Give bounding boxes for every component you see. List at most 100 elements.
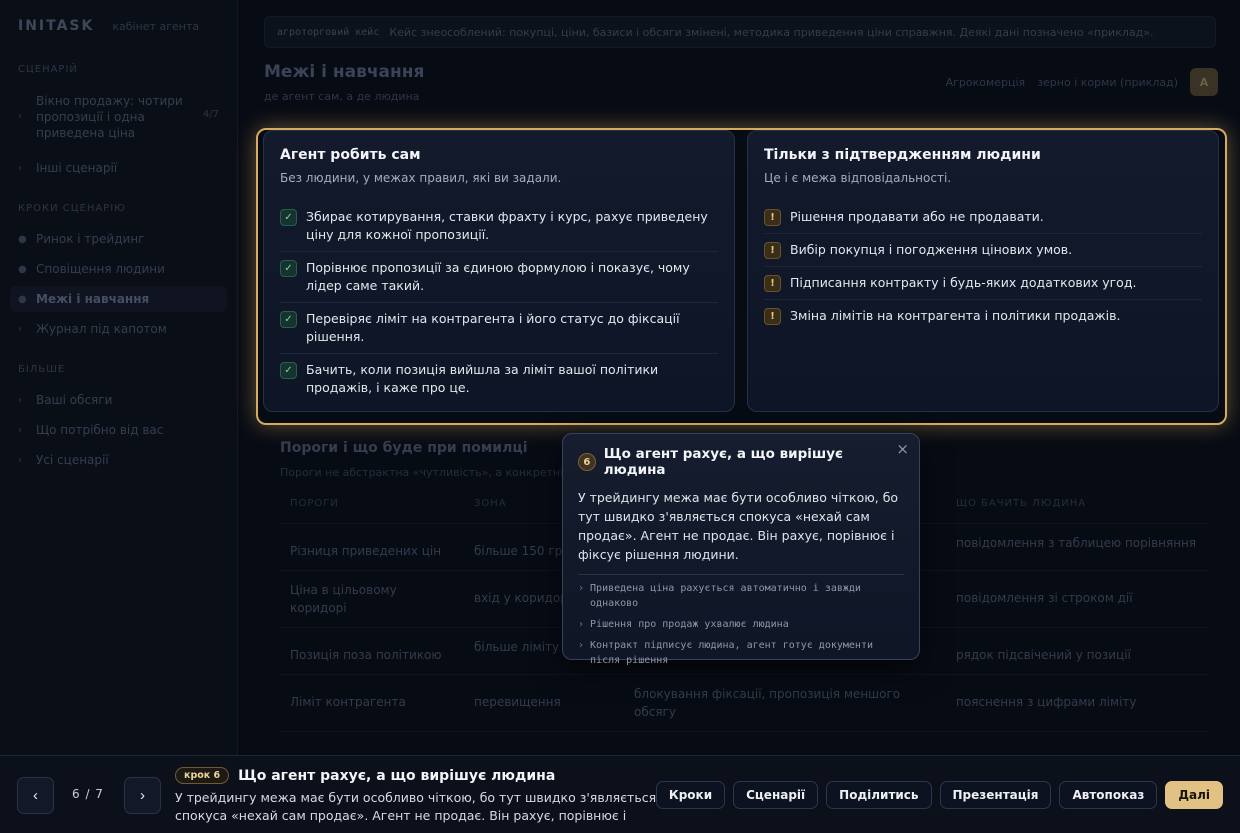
scenarios-button[interactable]: Сценарії	[733, 781, 819, 809]
table-cell: Різниця приведених цін	[290, 544, 442, 558]
chevron-right-icon: ›	[578, 583, 585, 594]
tooltip-bullet-text: Рішення про продаж ухвалює людина	[590, 619, 789, 630]
chevron-right-icon: ›	[578, 640, 585, 651]
sidebar-item-label: Межі і навчання	[36, 292, 150, 306]
list-item: ✓ Порівнює пропозиції за єдиною формулою…	[280, 252, 718, 303]
brand-logo: INITASK	[18, 18, 95, 34]
list-item: ! Зміна лімітів на контрагента і політик…	[764, 300, 1202, 332]
tooltip-bullet-text: Приведена ціна рахується автоматично і з…	[590, 583, 861, 609]
sidebar-section-scenario: сценарій	[18, 64, 78, 75]
share-button[interactable]: Поділитись	[826, 781, 932, 809]
page-header: Межі і навчання де агент сам, а де людин…	[264, 62, 424, 103]
company-segment: зерно і корми (приклад)	[1037, 75, 1178, 89]
card-agent-does: Агент робить сам Без людини, у межах пра…	[263, 130, 735, 412]
exclamation-icon: !	[764, 209, 781, 226]
check-icon: ✓	[280, 209, 297, 226]
chevron-right-icon: ›	[578, 619, 585, 630]
list-item: ! Рішення продавати або не продавати.	[764, 201, 1202, 234]
tooltip-bullet-text: Контракт підписує людина, агент готує до…	[590, 640, 873, 666]
exclamation-icon: !	[764, 275, 781, 292]
table-cell: рядок підсвічений у позиції	[956, 648, 1131, 662]
table-cell: повідомлення зі строком дії	[956, 591, 1133, 605]
table-cell: блокування фіксації, пропозиція меншого …	[634, 687, 901, 719]
sidebar-item-needs[interactable]: › Що потрібно від вас	[10, 417, 227, 443]
list-item-text: Підписання контракту і будь-яких додатко…	[790, 275, 1137, 290]
tooltip-header: 6 Що агент рахує, а що вирішує людина	[578, 446, 904, 478]
walkthrough-bar: ‹ 6 / 7 › крок 6 Що агент рахує, а що ви…	[0, 755, 1240, 833]
exclamation-icon: !	[764, 308, 781, 325]
dot-icon: ●	[18, 293, 27, 305]
step-heading: крок 6 Що агент рахує, а що вирішує люди…	[175, 767, 665, 784]
sidebar-item-volumes[interactable]: › Ваші обсяги	[10, 387, 227, 413]
sidebar-item-other-scenarios[interactable]: › Інші сценарії	[10, 155, 227, 181]
step-description: У трейдингу межа має бути особливо чітко…	[175, 790, 657, 823]
table-cell: пояснення з цифрами ліміту	[956, 695, 1137, 709]
sidebar-item-label: Вікно продажу: чотири пропозиції і одна …	[36, 94, 183, 140]
sidebar-item-scenario[interactable]: › Вікно продажу: чотири пропозиції і одн…	[10, 87, 227, 147]
company-name: Агрокомерція	[945, 75, 1026, 89]
sidebar-item-step-log[interactable]: › Журнал під капотом	[10, 316, 227, 342]
list-item-text: Зміна лімітів на контрагента і політики …	[790, 308, 1121, 323]
sidebar-item-label: Ринок і трейдинг	[36, 232, 145, 246]
list-item: ✓ Бачить, коли позиція вийшла за ліміт в…	[280, 354, 718, 404]
step-badge: крок 6	[175, 767, 230, 784]
exclamation-icon: !	[764, 242, 781, 259]
banner-tag: агроторговий кейс	[277, 26, 380, 38]
banner-text: Кейс знеособлений: покупці, ціни, базиси…	[389, 25, 1154, 39]
page-title: Межі і навчання	[264, 62, 425, 82]
sidebar-item-step-notify[interactable]: ● Сповіщення людини	[10, 256, 227, 282]
sidebar-section-more: більше	[18, 364, 66, 375]
column-header: ПОРОГИ	[290, 498, 339, 509]
avatar[interactable]: А	[1190, 68, 1218, 96]
sidebar-item-label: Усі сценарії	[36, 453, 109, 467]
sidebar-item-step-limits[interactable]: ● Межі і навчання	[10, 286, 227, 312]
prev-step-button[interactable]: ‹	[17, 777, 54, 814]
case-banner: агроторговий кейс Кейс знеособлений: пок…	[264, 16, 1216, 48]
next-button[interactable]: Далі	[1165, 781, 1223, 809]
chevron-right-icon: ›	[18, 424, 22, 436]
card-title: Тільки з підтвердженням людини	[764, 147, 1041, 163]
list-item-text: Рішення продавати або не продавати.	[790, 209, 1044, 224]
current-step-info: крок 6 Що агент рахує, а що вирішує люди…	[175, 767, 665, 825]
table-cell: Ціна в цільовому коридорі	[290, 583, 397, 615]
table-cell: Позиція поза політикою	[290, 648, 442, 662]
sidebar-item-label: Сповіщення людини	[36, 262, 165, 276]
list-item: ! Підписання контракту і будь-яких додат…	[764, 267, 1202, 300]
walkthrough-actions: Кроки Сценарії Поділитись Презентація Ав…	[655, 781, 1223, 809]
list-item-text: Бачить, коли позиція вийшла за ліміт ваш…	[306, 362, 659, 395]
sidebar-item-label: Інші сценарії	[36, 161, 118, 175]
column-header: ЩО БАЧИТЬ ЛЮДИНА	[956, 498, 1087, 509]
brand: INITASK кабінет агента	[10, 18, 227, 34]
tooltip-bullet: › Рішення про продаж ухвалює людина	[578, 617, 904, 632]
card-subtitle: Це і є межа відповідальності.	[764, 171, 952, 185]
table-cell: Ліміт контрагента	[290, 695, 406, 709]
card-subtitle: Без людини, у межах правил, які ви задал…	[280, 171, 562, 185]
scenario-count: 4/7	[202, 109, 219, 120]
step-pager: 6 / 7	[72, 787, 104, 801]
card-human-confirms: Тільки з підтвердженням людини Це і є ме…	[747, 130, 1219, 412]
card-title: Агент робить сам	[280, 147, 421, 163]
list-item: ✓ Збирає котирування, ставки фрахту і ку…	[280, 201, 718, 252]
steps-button[interactable]: Кроки	[655, 781, 726, 809]
sidebar-item-label: Журнал під капотом	[36, 322, 167, 336]
table-cell: повідомлення з таблицею порівняння	[956, 536, 1197, 550]
close-icon[interactable]: ×	[896, 440, 909, 458]
sidebar-item-label: Що потрібно від вас	[36, 423, 164, 437]
sidebar-item-step-market[interactable]: ● Ринок і трейдинг	[10, 226, 227, 252]
check-icon: ✓	[280, 260, 297, 277]
dot-icon: ●	[18, 263, 27, 275]
list-item-text: Порівнює пропозиції за єдиною формулою і…	[306, 260, 690, 293]
next-step-button[interactable]: ›	[124, 777, 161, 814]
dot-icon: ●	[18, 233, 27, 245]
list-item: ! Вибір покупця і погодження цінових умо…	[764, 234, 1202, 267]
step-title: Що агент рахує, а що вирішує людина	[238, 767, 556, 784]
tooltip-title: Що агент рахує, а що вирішує людина	[603, 446, 844, 478]
autoplay-button[interactable]: Автопоказ	[1059, 781, 1158, 809]
header-context: Агрокомерція зерно і корми (приклад) А	[946, 68, 1218, 96]
sidebar-item-all-scenarios[interactable]: › Усі сценарії	[10, 447, 227, 473]
sidebar-section-steps: кроки сценарію	[18, 203, 126, 214]
tooltip-bullet: › Контракт підписує людина, агент готує …	[578, 638, 904, 668]
presentation-button[interactable]: Презентація	[939, 781, 1052, 809]
walkthrough-tooltip: 6 Що агент рахує, а що вирішує людина × …	[562, 433, 920, 666]
brand-subtitle: кабінет агента	[112, 20, 200, 33]
